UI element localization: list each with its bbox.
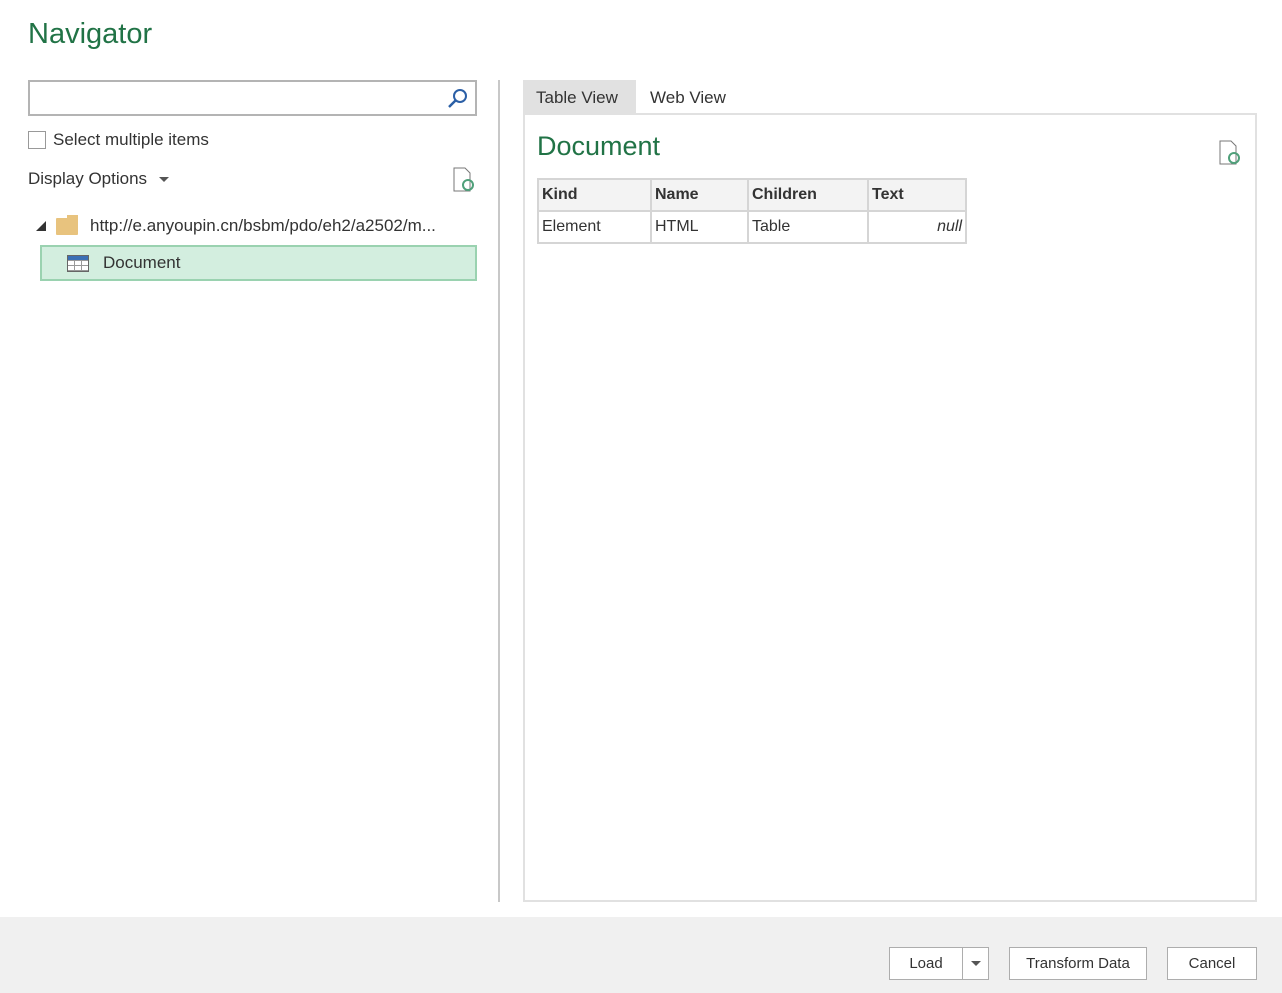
tree-item-document[interactable]: Document <box>40 245 477 281</box>
chevron-down-icon <box>970 961 981 966</box>
display-options-label: Display Options <box>28 169 148 188</box>
pane-divider[interactable] <box>498 80 500 902</box>
column-header: Name <box>650 178 749 212</box>
refresh-icon[interactable] <box>452 167 476 193</box>
refresh-icon[interactable] <box>1218 140 1242 166</box>
dialog-title: Navigator <box>28 18 153 50</box>
folder-icon <box>56 214 78 235</box>
column-header: Text <box>867 178 967 212</box>
table-cell: HTML <box>650 210 749 244</box>
tab-table-view[interactable]: Table View <box>523 80 636 114</box>
tab-web-view[interactable]: Web View <box>650 88 726 108</box>
tree-item-url-label: http://e.anyoupin.cn/bsbm/pdo/eh2/a2502/… <box>90 216 436 235</box>
tree-item-url[interactable]: http://e.anyoupin.cn/bsbm/pdo/eh2/a2502/… <box>36 213 436 239</box>
search-input[interactable] <box>28 80 477 116</box>
chevron-down-icon <box>159 176 170 182</box>
load-dropdown-button[interactable] <box>962 947 989 980</box>
load-button[interactable]: Load <box>889 947 963 980</box>
table-cell: Element <box>537 210 652 244</box>
table-cell: null <box>867 210 967 244</box>
search-icon[interactable] <box>447 87 469 109</box>
table-row: Element HTML Table null <box>537 210 967 244</box>
table-icon <box>67 254 89 272</box>
transform-data-button[interactable]: Transform Data <box>1009 947 1147 980</box>
select-multiple-checkbox[interactable] <box>28 131 46 149</box>
preview-table: Kind Name Children Text Element HTML Tab… <box>537 178 967 244</box>
cancel-button[interactable]: Cancel <box>1167 947 1257 980</box>
display-options-dropdown[interactable]: Display Options <box>28 169 170 189</box>
preview-title: Document <box>537 131 661 161</box>
column-header: Kind <box>537 178 652 212</box>
column-header: Children <box>747 178 869 212</box>
table-cell: Table <box>747 210 869 244</box>
collapse-icon[interactable] <box>36 221 46 231</box>
select-multiple-label[interactable]: Select multiple items <box>53 130 209 150</box>
table-header-row: Kind Name Children Text <box>537 178 967 212</box>
tree-item-document-label: Document <box>103 253 181 272</box>
